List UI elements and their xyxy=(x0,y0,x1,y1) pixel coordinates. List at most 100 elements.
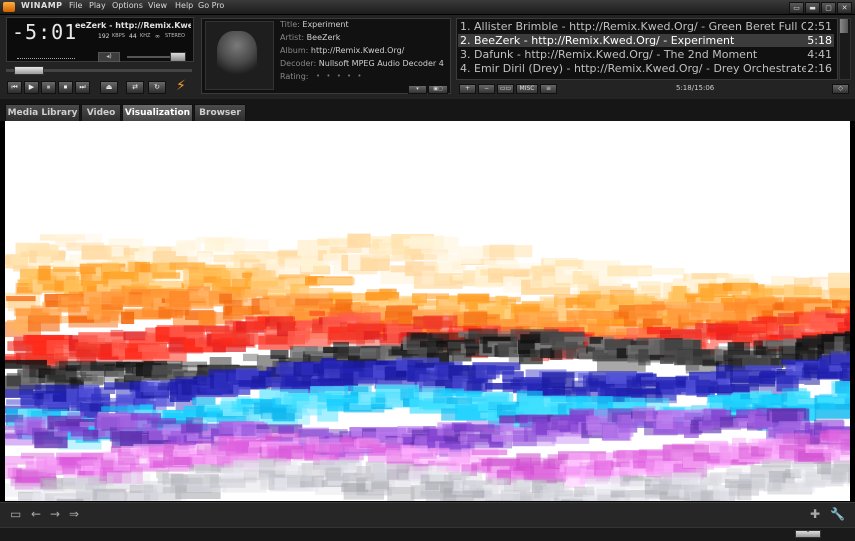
rating-stars[interactable]: • • • • • xyxy=(316,72,364,80)
pause-button[interactable]: ⏸ xyxy=(41,81,56,94)
time-display[interactable]: -5:01 xyxy=(12,20,77,44)
track-title-scroll: eeZerk - http://Remix.Kwed.Org/ - Experi… xyxy=(75,21,191,30)
window-mode-icon[interactable]: ▭ xyxy=(10,507,21,521)
stereo-indicator: STEREO xyxy=(165,33,185,39)
visualization-block xyxy=(551,485,570,494)
playlist-item[interactable]: 3. Dafunk - http://Remix.Kwed.Org/ - The… xyxy=(458,48,834,61)
visualization-block xyxy=(110,492,126,501)
minimize-button[interactable]: ▬ xyxy=(805,2,820,14)
menu-options[interactable]: Options xyxy=(112,1,143,10)
visualization-block xyxy=(762,459,792,468)
np-decoder-row: Decoder: Nullsoft MPEG Audio Decoder 4 xyxy=(280,59,448,68)
np-title: Experiment xyxy=(302,20,349,29)
visualization-block xyxy=(717,378,731,385)
stop-button[interactable]: ⏹ xyxy=(58,81,73,94)
close-button[interactable]: ✕ xyxy=(837,2,852,14)
np-artist-label: Artist: xyxy=(280,33,305,42)
volume-slider-knob[interactable] xyxy=(170,52,187,62)
playlist-remove-button[interactable]: − xyxy=(478,84,495,94)
visualization-block xyxy=(727,342,750,355)
playlist-item[interactable]: 1. Allister Brimble - http://Remix.Kwed.… xyxy=(458,20,834,33)
visualization-block xyxy=(379,288,397,295)
playlist-add-button[interactable]: + xyxy=(459,84,476,94)
eject-button[interactable]: ⏏ xyxy=(100,81,118,94)
playlist-select-button[interactable]: ▭▭ xyxy=(497,84,514,94)
np-title-label: Title: xyxy=(280,20,300,29)
shuffle-button[interactable]: ⇄ xyxy=(126,81,144,94)
menu-help[interactable]: Help xyxy=(175,1,193,10)
visualization-block xyxy=(817,372,838,379)
visualization-block xyxy=(578,310,620,320)
tab-browser[interactable]: Browser xyxy=(194,104,246,121)
back-arrow-icon[interactable]: ← xyxy=(31,507,41,521)
spectrum-analyzer[interactable] xyxy=(17,52,75,59)
visualization-block xyxy=(313,265,329,273)
np-album-label: Album: xyxy=(280,46,309,55)
np-decoder: Nullsoft MPEG Audio Decoder 4 xyxy=(318,59,444,68)
visualization-block xyxy=(333,342,349,359)
playlist-options-button[interactable]: ◇ xyxy=(832,84,849,94)
playlist-scrollbar-thumb[interactable] xyxy=(840,19,848,33)
visualization-block xyxy=(186,417,203,432)
visualization-block xyxy=(37,244,59,257)
previous-button[interactable]: ⏮ xyxy=(7,81,22,94)
winamp-logo-icon[interactable] xyxy=(3,2,15,12)
visualization-block xyxy=(192,397,216,405)
playlist-item-duration: 5:18 xyxy=(807,34,832,47)
playlist-item-selected[interactable]: 2. BeeZerk - http://Remix.Kwed.Org/ - Ex… xyxy=(458,34,834,47)
status-collapse-button[interactable]: ⌃ xyxy=(795,530,821,538)
menu-view[interactable]: View xyxy=(148,1,167,10)
visualization-block xyxy=(92,374,105,384)
visualization-block xyxy=(284,258,303,273)
menu-play[interactable]: Play xyxy=(89,1,106,10)
visualization-block xyxy=(826,429,839,443)
tab-visualization[interactable]: Visualization xyxy=(122,104,193,121)
tab-media-library[interactable]: Media Library xyxy=(5,104,80,121)
playlist-item[interactable]: 4. Emir Diril (Drey) - http://Remix.Kwed… xyxy=(458,62,834,75)
np-dropdown-button[interactable]: ▾ xyxy=(408,85,427,94)
repeat-button[interactable]: ↻ xyxy=(148,81,166,94)
playlist-misc-button[interactable]: MISC xyxy=(516,84,538,94)
send-to-icon[interactable]: ⇒ xyxy=(69,507,79,521)
playlist-item-duration: 2:51 xyxy=(807,20,832,33)
visualization-block xyxy=(412,453,438,459)
next-button[interactable]: ⏭ xyxy=(75,81,90,94)
menu-go-pro[interactable]: Go Pro xyxy=(198,1,224,10)
visualization-block xyxy=(271,409,287,420)
visualization-block xyxy=(421,236,459,254)
add-plugin-icon[interactable]: ✚ xyxy=(810,507,820,521)
visualization-block xyxy=(155,246,172,253)
playlist-item-title: 4. Emir Diril (Drey) - http://Remix.Kwed… xyxy=(460,62,806,75)
visualization-block xyxy=(833,460,850,469)
bitrate-value: 192 xyxy=(98,33,110,40)
menu-file[interactable]: File xyxy=(69,1,82,10)
visualization-block xyxy=(817,461,831,474)
visualization-block xyxy=(695,467,709,475)
minimize-to-tray-button[interactable]: ▭ xyxy=(789,2,804,14)
visualization-block xyxy=(840,439,850,455)
visualization-block xyxy=(317,277,355,285)
visualization-block xyxy=(152,272,181,279)
visualization-block xyxy=(270,349,289,359)
visualization-canvas[interactable] xyxy=(5,121,850,501)
playlist-manage-button[interactable]: ≡ xyxy=(540,84,557,94)
visualization-block xyxy=(363,331,380,340)
playlist-item-title: 1. Allister Brimble - http://Remix.Kwed.… xyxy=(460,20,806,33)
volume-icon[interactable]: ◂) xyxy=(98,52,120,62)
visualization-block xyxy=(463,311,488,323)
tab-video[interactable]: Video xyxy=(81,104,121,121)
visualization-block xyxy=(423,315,458,328)
np-decoder-label: Decoder: xyxy=(280,59,317,68)
playlist-item-title: 2. BeeZerk - http://Remix.Kwed.Org/ - Ex… xyxy=(460,34,735,47)
maximize-button[interactable]: ▢ xyxy=(821,2,836,14)
seek-bar-knob[interactable] xyxy=(13,66,44,75)
visualization-block xyxy=(415,300,439,306)
np-rating-label: Rating: xyxy=(280,72,309,81)
forward-arrow-icon[interactable]: → xyxy=(50,507,60,521)
wrench-icon[interactable]: 🔧 xyxy=(830,507,845,521)
play-button[interactable]: ▶ xyxy=(24,81,39,94)
visualization-block xyxy=(387,487,415,501)
lightning-bolt-icon[interactable]: ⚡ xyxy=(176,79,186,93)
visualization-block xyxy=(309,310,325,316)
np-view-button[interactable]: ▣▢ xyxy=(428,85,448,94)
